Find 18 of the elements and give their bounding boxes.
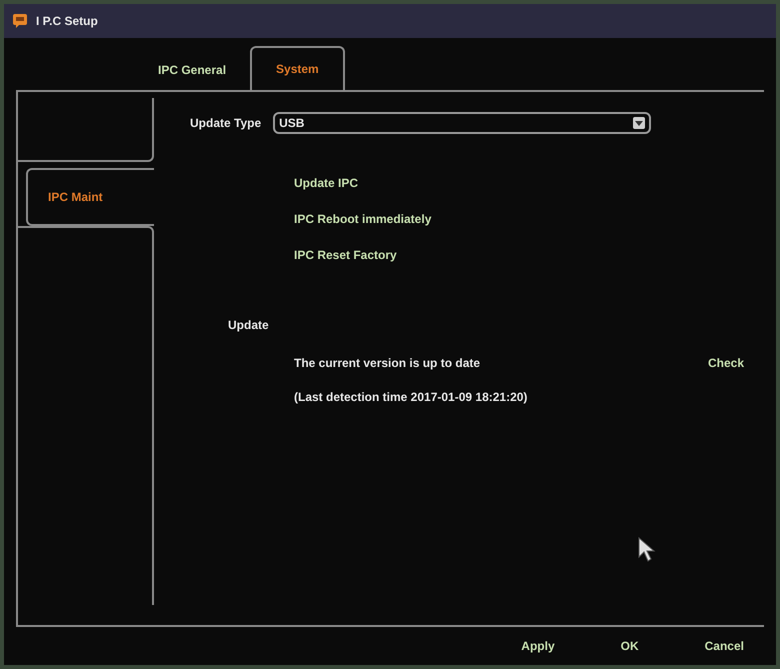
tab[interactable]: System — [250, 46, 345, 90]
status-text: The current version is up to date — [294, 355, 480, 372]
app-icon — [12, 13, 28, 29]
update-type-dropdown[interactable]: USB — [273, 112, 652, 134]
field-label: Update Type — [190, 115, 262, 132]
tab[interactable]: IPC General — [134, 50, 250, 90]
window-title: I P.C Setup — [36, 13, 98, 30]
action-link[interactable]: Update IPC — [294, 174, 358, 192]
section-label: Update — [227, 317, 270, 334]
mouse-pointer-icon — [638, 537, 658, 563]
check-button[interactable]: Check — [708, 354, 744, 372]
dialog-button[interactable]: OK — [612, 637, 647, 655]
dialog-button[interactable]: Apply — [513, 637, 563, 655]
action-link[interactable]: IPC Reboot immediately — [294, 210, 432, 228]
last-detection-text: (Last detection time 2017-01-09 18:21:20) — [293, 389, 528, 406]
action-link[interactable]: IPC Reset Factory — [294, 246, 397, 264]
dialog-button[interactable]: Cancel — [696, 637, 752, 655]
side-tab[interactable]: IPC Maint — [26, 168, 154, 226]
